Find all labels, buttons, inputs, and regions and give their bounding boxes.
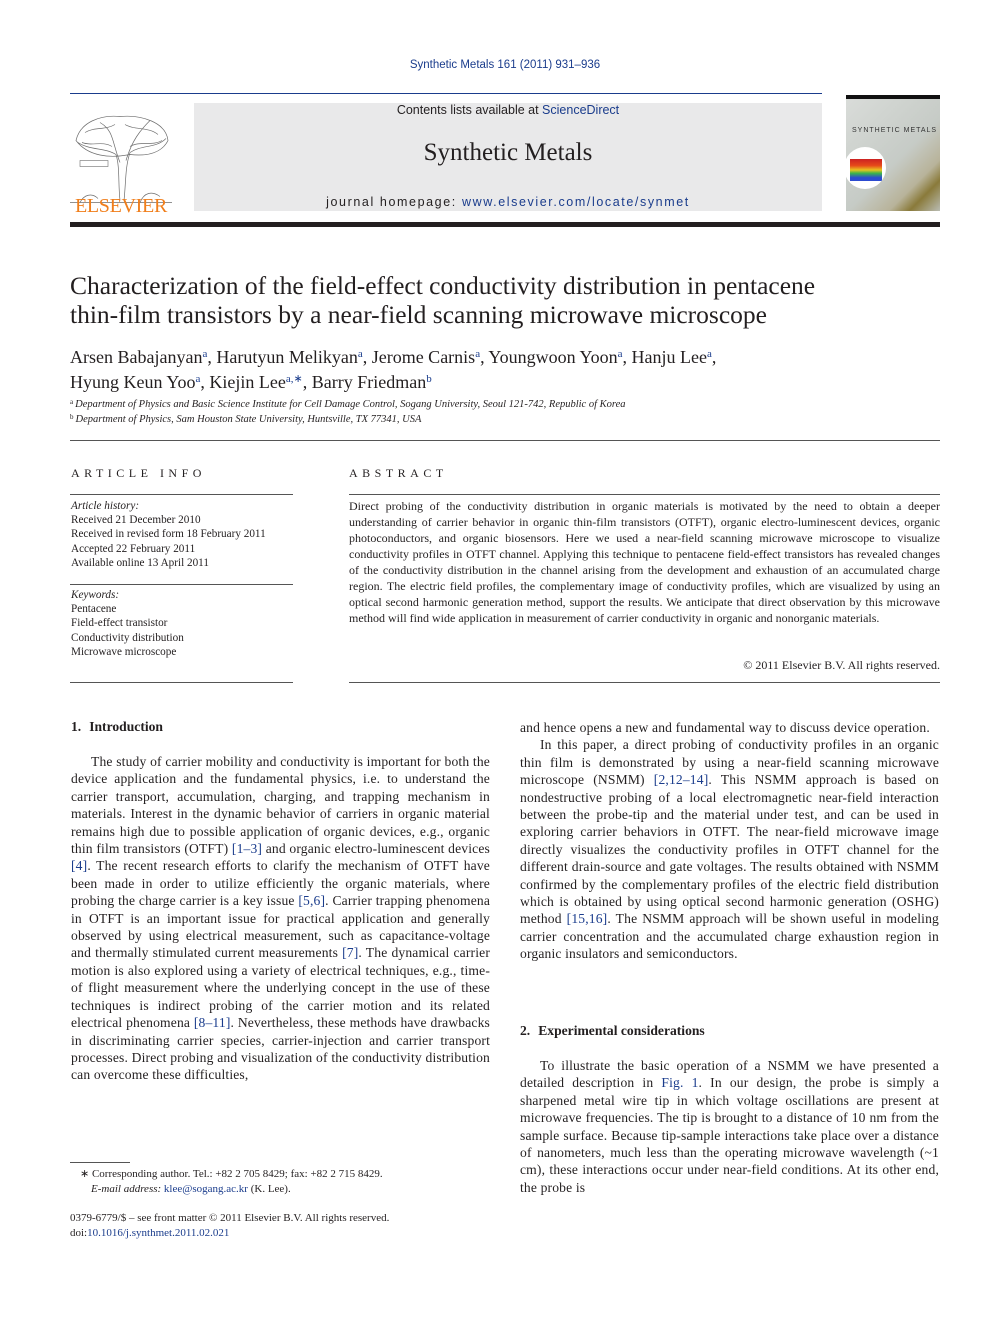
citation-link[interactable]: [2,12–14] xyxy=(654,772,709,787)
keyword: Pentacene xyxy=(71,603,117,616)
history-item: Received 21 December 2010 xyxy=(71,514,201,527)
article-title: Characterization of the field-effect con… xyxy=(70,271,816,329)
journal-homepage: journal homepage: www.elsevier.com/locat… xyxy=(326,195,690,209)
article-history: Article history: Received 21 December 20… xyxy=(71,499,296,570)
author: Youngwoon Yoon xyxy=(488,347,618,367)
footnote-rule xyxy=(70,1162,130,1163)
citation-link[interactable]: Fig. 1 xyxy=(661,1075,698,1090)
paragraph: In this paper, a direct probing of condu… xyxy=(520,736,939,962)
history-item: Accepted 22 February 2011 xyxy=(71,542,196,555)
header-thick-rule xyxy=(70,222,940,227)
paragraph: and hence opens a new and fundamental wa… xyxy=(520,720,930,735)
section-heading-experimental: 2. Experimental considerations xyxy=(520,1023,705,1038)
experimental-paragraph-1: To illustrate the basic operation of a N… xyxy=(520,1057,939,1196)
citation-link[interactable]: [5,6] xyxy=(298,893,325,908)
affiliation-link[interactable]: b xyxy=(426,373,432,385)
keyword: Field-effect transistor xyxy=(71,617,168,630)
paragraph: To illustrate the basic operation of a N… xyxy=(520,1057,939,1196)
author: Hanju Lee xyxy=(631,347,708,367)
elsevier-wordmark: ELSEVIER xyxy=(74,195,168,217)
abstract-text: Direct probing of the conductivity distr… xyxy=(349,499,940,625)
journal-name: Synthetic Metals xyxy=(423,139,593,166)
contents-line: Contents lists available at ScienceDirec… xyxy=(396,103,620,117)
cover-heatmap-image xyxy=(850,159,882,181)
author-line-2: Hyung Keun Yooa, Kiejin Leea,∗, Barry Fr… xyxy=(70,372,432,392)
divider xyxy=(349,494,940,495)
author: Jerome Carnis xyxy=(371,347,476,367)
author: Harutyun Melikyan xyxy=(216,347,358,367)
introduction-paragraph-1: The study of carrier mobility and conduc… xyxy=(71,753,490,1084)
citation-link[interactable]: [4] xyxy=(71,858,87,873)
author: Kiejin Lee xyxy=(209,372,286,392)
section-heading-introduction: 1. Introduction xyxy=(71,719,163,734)
body-text: . In our design, the probe is simply a s… xyxy=(520,1075,939,1195)
history-item: Available online 13 April 2011 xyxy=(71,556,209,569)
divider xyxy=(70,494,293,495)
author-line-1: Arsen Babajanyana, Harutyun Melikyana, J… xyxy=(70,347,717,367)
author: Hyung Keun Yoo xyxy=(70,372,196,392)
cover-title: SYNTHETIC METALS xyxy=(852,127,938,134)
divider xyxy=(70,440,940,441)
header-rule xyxy=(70,93,822,94)
divider xyxy=(70,584,293,585)
homepage-link[interactable]: www.elsevier.com/locate/synmet xyxy=(462,195,690,209)
article-info-heading: ARTICLE INFO xyxy=(71,466,206,480)
citation-link[interactable]: [8–11] xyxy=(194,1015,231,1030)
citation-link[interactable]: [15,16] xyxy=(567,911,608,926)
introduction-continued: and hence opens a new and fundamental wa… xyxy=(520,719,939,963)
cover-figure-circle xyxy=(844,147,886,189)
history-item: Received in revised form 18 February 201… xyxy=(71,528,266,541)
body-text: . This NSMM approach is based on nondest… xyxy=(520,772,939,927)
citation-link[interactable]: [1–3] xyxy=(232,841,262,856)
affiliation-b: b Department of Physics, Sam Houston Stat… xyxy=(70,413,422,425)
divider xyxy=(70,682,293,683)
author: Arsen Babajanyan xyxy=(70,347,203,367)
corresponding-author-note: ∗ Corresponding author. Tel.: +82 2 705 … xyxy=(80,1168,383,1195)
email-link[interactable]: klee@sogang.ac.kr xyxy=(164,1183,248,1195)
abstract-heading: ABSTRACT xyxy=(349,466,448,480)
doi-link[interactable]: 10.1016/j.synthmet.2011.02.021 xyxy=(87,1227,229,1239)
paragraph: The study of carrier mobility and conduc… xyxy=(71,753,490,1084)
keyword: Microwave microscope xyxy=(71,645,177,658)
body-text: and organic electro-luminescent devices xyxy=(262,841,490,857)
affiliation-link[interactable]: a,∗ xyxy=(286,373,303,385)
journal-cover-thumbnail[interactable]: SYNTHETIC METALS xyxy=(844,95,940,211)
journal-citation[interactable]: Synthetic Metals 161 (2011) 931–936 xyxy=(0,59,992,71)
sciencedirect-link[interactable]: ScienceDirect xyxy=(542,103,619,117)
keywords: Keywords: Pentacene Field-effect transis… xyxy=(71,588,296,659)
citation-link[interactable]: [7] xyxy=(342,945,358,960)
divider xyxy=(349,682,940,683)
front-matter-note: 0379-6779/$ – see front matter © 2011 El… xyxy=(70,1212,390,1239)
author: Barry Friedman xyxy=(311,372,427,392)
abstract-copyright: © 2011 Elsevier B.V. All rights reserved… xyxy=(743,658,940,672)
author-list: Arsen Babajanyana, Harutyun Melikyana, J… xyxy=(70,343,940,393)
affiliation-a: a Department of Physics and Basic Science… xyxy=(70,398,626,410)
keyword: Conductivity distribution xyxy=(71,631,184,644)
